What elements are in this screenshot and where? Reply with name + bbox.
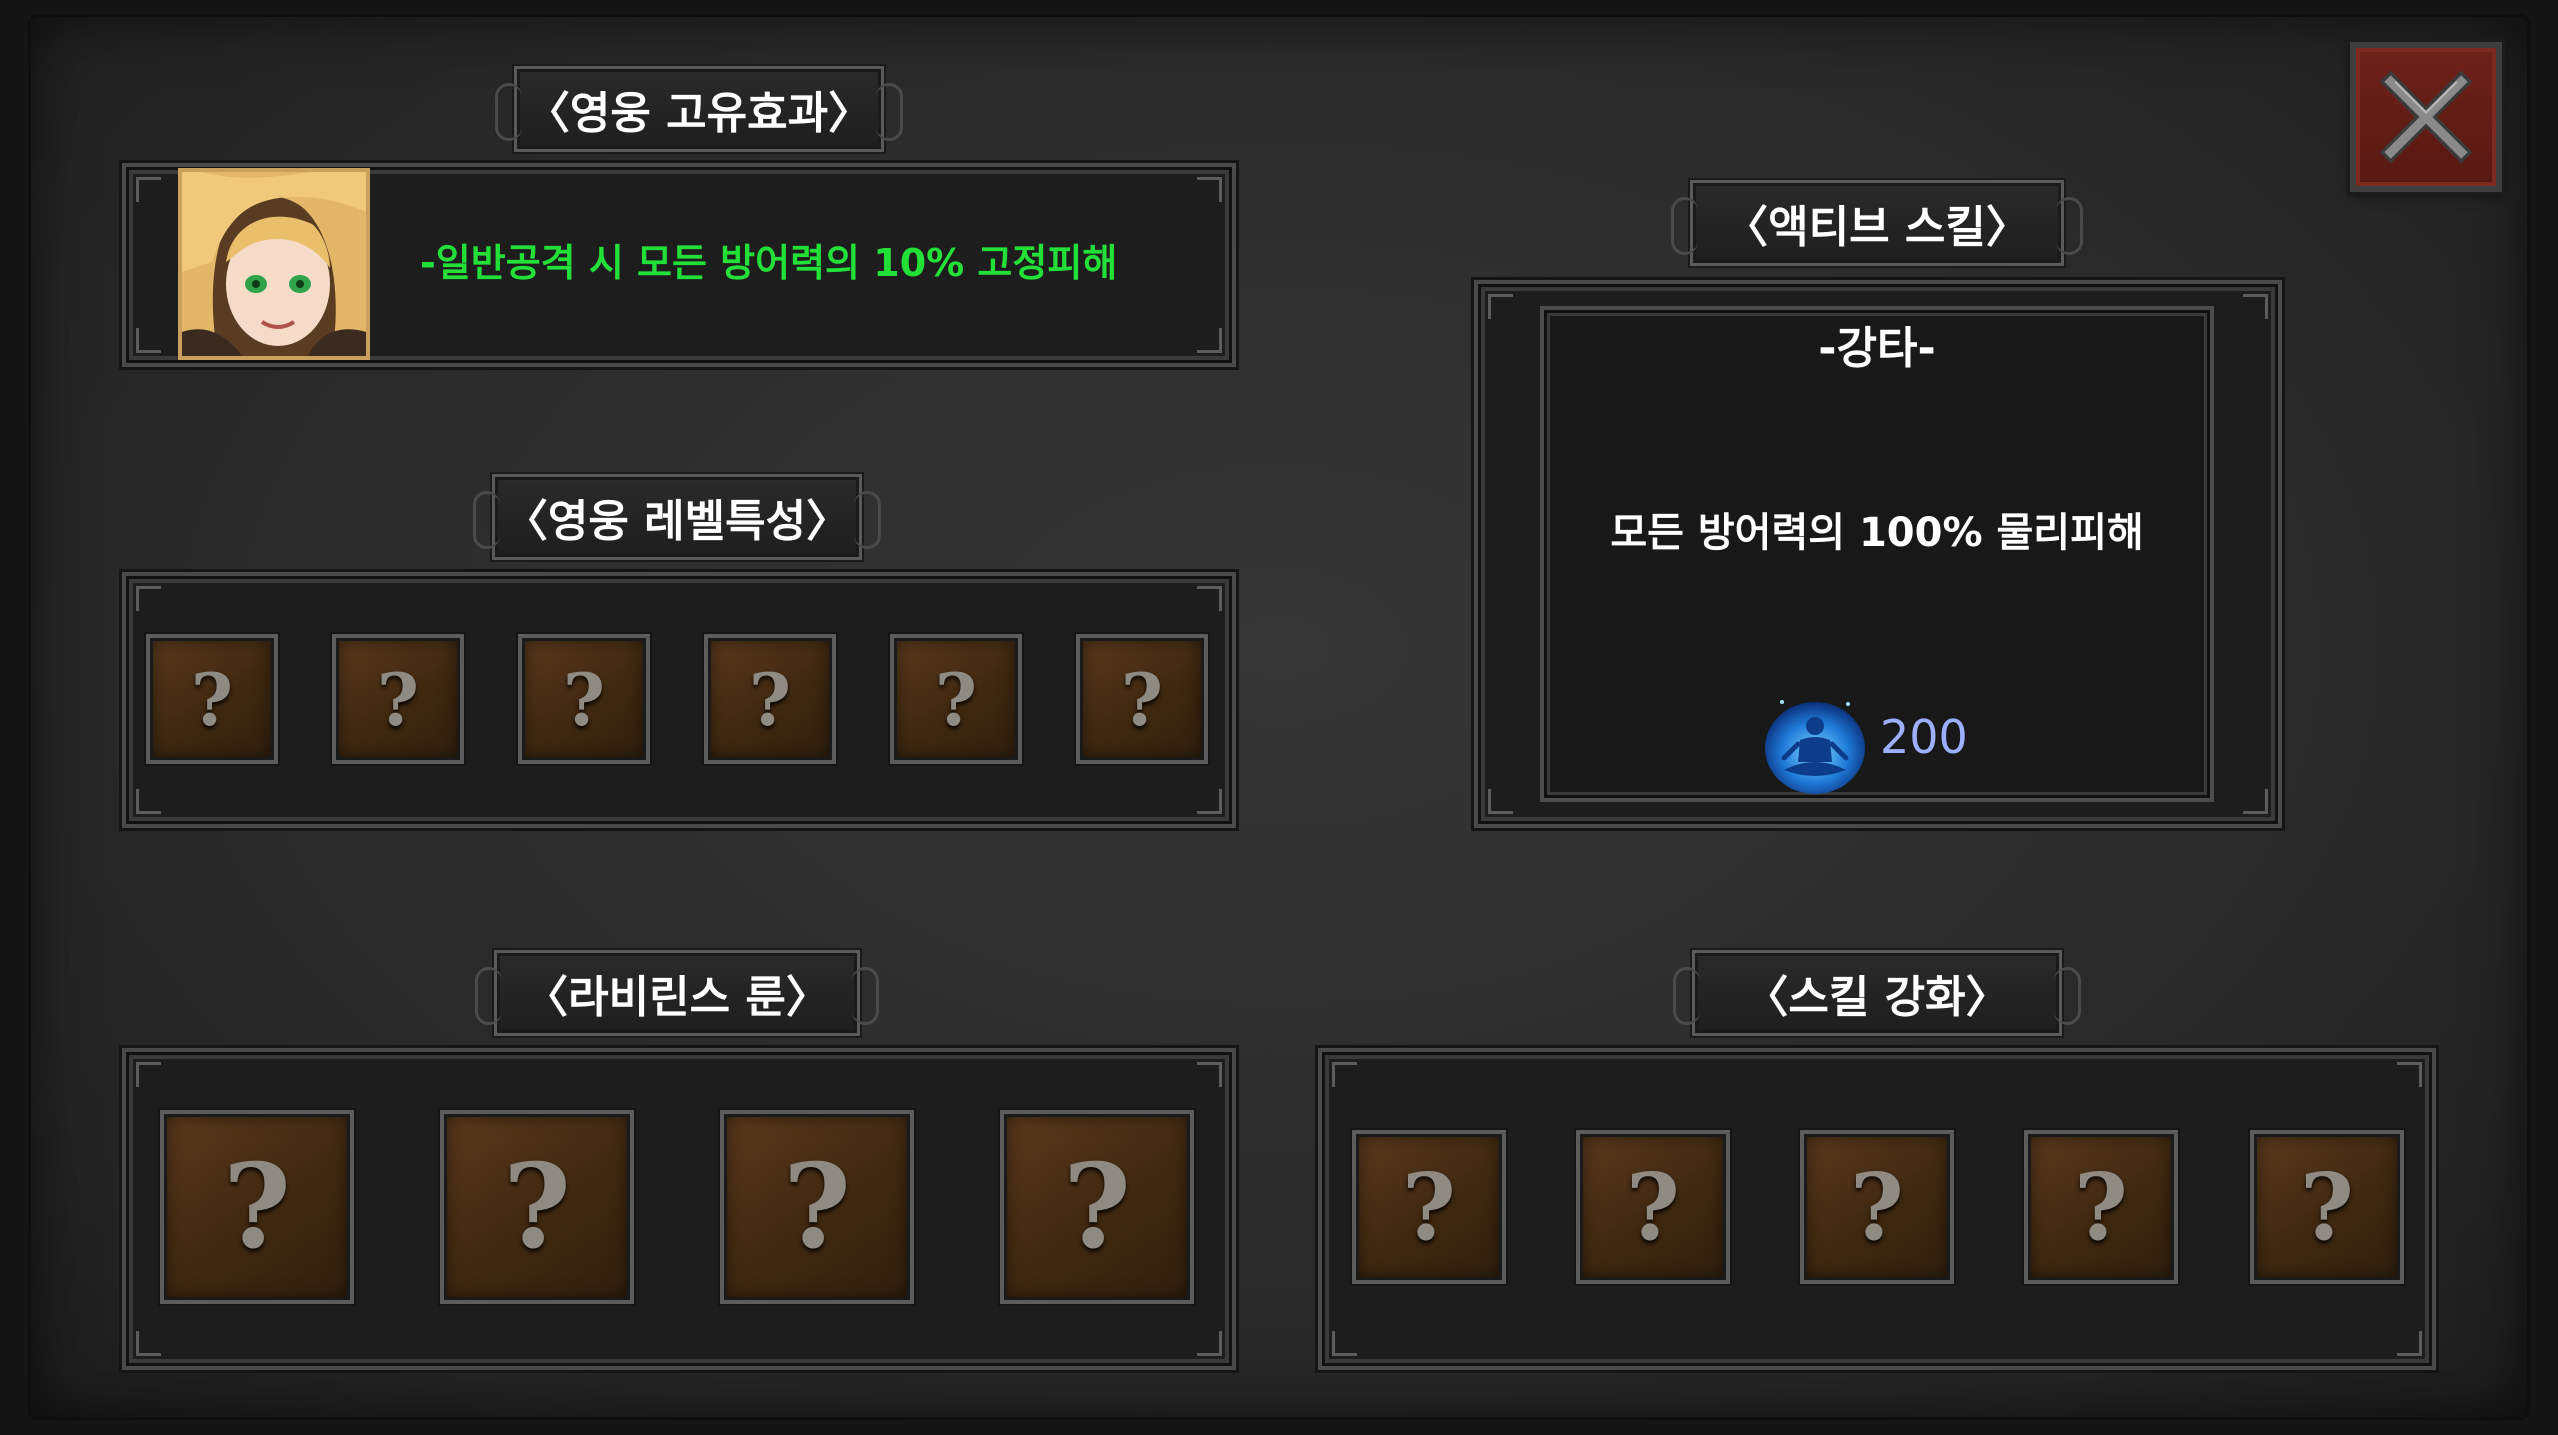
ornament — [876, 83, 903, 141]
skill-enhance-slot[interactable]: ? — [1800, 1130, 1954, 1284]
unknown-question-mark: ? — [503, 1139, 571, 1275]
skill-enhance-slot[interactable]: ? — [2250, 1130, 2404, 1284]
hero-level-slot[interactable]: ? — [332, 634, 464, 764]
unknown-question-mark: ? — [562, 656, 606, 742]
skill-enhance-slot[interactable]: ? — [1352, 1130, 1506, 1284]
hero-level-slot[interactable]: ? — [518, 634, 650, 764]
unknown-question-mark: ? — [223, 1139, 291, 1275]
unknown-question-mark: ? — [1063, 1139, 1131, 1275]
hero-level-slot[interactable]: ? — [146, 634, 278, 764]
unknown-question-mark: ? — [2300, 1153, 2354, 1261]
skill-enhance-slot[interactable]: ? — [2024, 1130, 2178, 1284]
labyrinth-rune-slot[interactable]: ? — [440, 1110, 634, 1304]
labyrinth-rune-slot[interactable]: ? — [160, 1110, 354, 1304]
ornament — [854, 491, 881, 549]
unknown-question-mark: ? — [748, 656, 792, 742]
hero-unique-effect-text: -일반공격 시 모든 방어력의 10% 고정피해 — [420, 241, 1118, 285]
unknown-question-mark: ? — [1850, 1153, 1904, 1261]
hero-unique-title-tab: 〈영웅 고유효과〉 — [495, 66, 903, 152]
hero-portrait — [178, 168, 370, 360]
ornament — [852, 967, 879, 1025]
active-skill-title-tab: 〈액티브 스킬〉 — [1671, 180, 2083, 266]
close-icon — [2379, 70, 2473, 164]
skill-enhance-title-tab: 〈스킬 강화〉 — [1673, 950, 2081, 1036]
skill-enhance-title: 〈스킬 강화〉 — [1744, 972, 2010, 1023]
active-skill-title: 〈액티브 스킬〉 — [1724, 202, 2030, 253]
ornament — [495, 83, 522, 141]
active-skill-name: -강타- — [1818, 323, 1936, 374]
ornament — [1671, 197, 1698, 255]
active-skill-cost: 200 — [1880, 710, 1968, 764]
unknown-question-mark: ? — [1626, 1153, 1680, 1261]
ornament — [2054, 967, 2081, 1025]
ornament — [473, 491, 500, 549]
unknown-question-mark: ? — [783, 1139, 851, 1275]
hero-level-panel — [122, 572, 1236, 828]
unknown-question-mark: ? — [934, 656, 978, 742]
meditation-mana-icon — [1765, 700, 1865, 794]
hero-level-slot[interactable]: ? — [890, 634, 1022, 764]
labyrinth-rune-slot[interactable]: ? — [1000, 1110, 1194, 1304]
labyrinth-rune-title: 〈라비린스 룬〉 — [524, 972, 830, 1023]
labyrinth-rune-title-tab: 〈라비린스 룬〉 — [475, 950, 879, 1036]
labyrinth-rune-slot[interactable]: ? — [720, 1110, 914, 1304]
unknown-question-mark: ? — [376, 656, 420, 742]
hero-portrait-icon — [182, 172, 366, 356]
unknown-question-mark: ? — [190, 656, 234, 742]
skill-enhance-slot[interactable]: ? — [1576, 1130, 1730, 1284]
hero-level-title-tab: 〈영웅 레벨특성〉 — [473, 474, 881, 560]
ornament — [1673, 967, 1700, 1025]
close-button[interactable] — [2347, 39, 2505, 195]
hero-level-slot[interactable]: ? — [704, 634, 836, 764]
unknown-question-mark: ? — [1120, 656, 1164, 742]
active-skill-description: 모든 방어력의 100% 물리피해 — [1610, 510, 2144, 556]
ornament — [2056, 197, 2083, 255]
hero-unique-title: 〈영웅 고유효과〉 — [525, 88, 873, 139]
ornament — [475, 967, 502, 1025]
unknown-question-mark: ? — [2074, 1153, 2128, 1261]
hero-level-title: 〈영웅 레벨특성〉 — [503, 496, 851, 547]
hero-level-slot[interactable]: ? — [1076, 634, 1208, 764]
unknown-question-mark: ? — [1402, 1153, 1456, 1261]
